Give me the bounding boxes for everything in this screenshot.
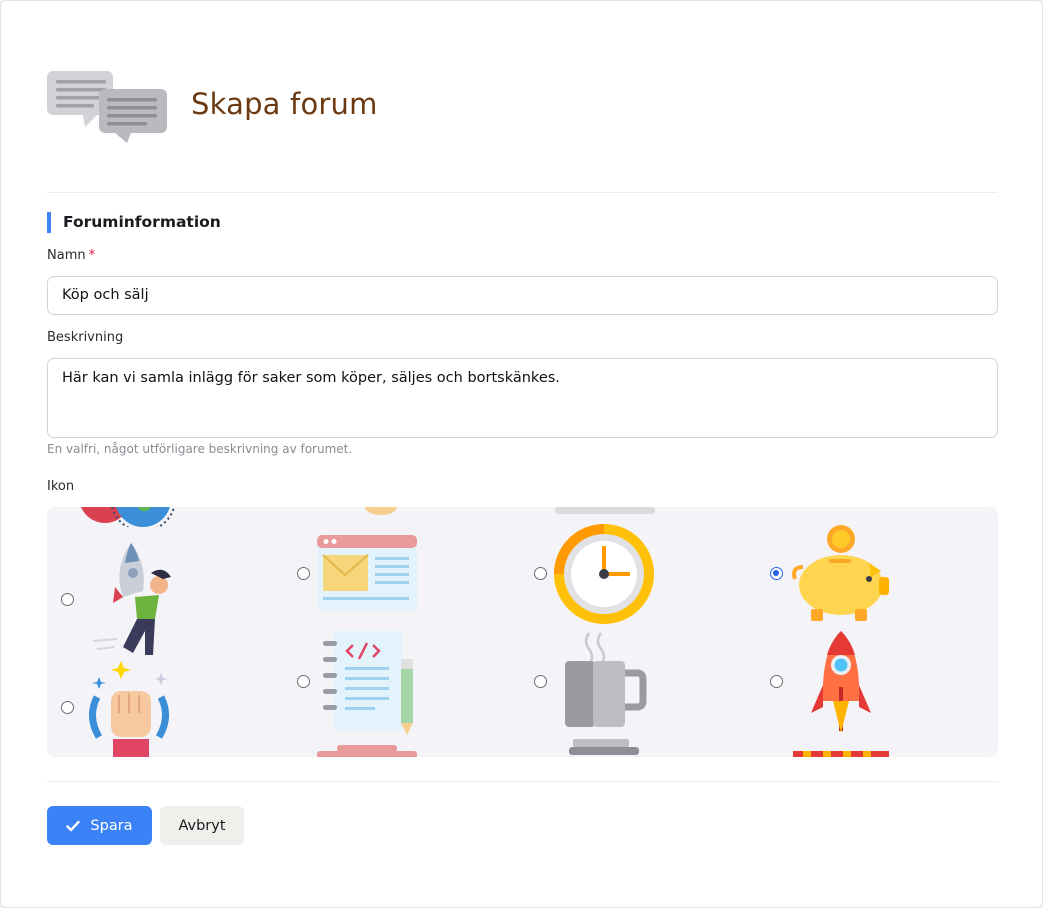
forum-chat-bubbles-icon [47,69,169,145]
icon-option-radio-6[interactable] [297,675,310,688]
icon-option-radio-2[interactable] [297,567,310,580]
save-button[interactable]: Spara [47,806,152,845]
clock-icon [554,524,654,624]
piggy-bank-icon [792,525,889,621]
save-button-label: Spara [90,817,133,834]
icon-option-radio-1[interactable] [61,593,74,606]
icon-option-radio-4[interactable] [770,567,783,580]
name-input[interactable]: Köp och sälj [47,276,998,315]
coffee-mug-icon [565,632,647,755]
icon-option-radio-8[interactable] [770,675,783,688]
icon-option-radio-5[interactable] [61,701,74,714]
rocket-person-icon [93,543,171,655]
awning-partial-icon [793,751,889,757]
browser-email-icon [317,535,417,611]
description-textarea[interactable]: Här kan vi samla inlägg för saker som kö… [47,358,998,438]
rocket-icon [811,631,871,733]
section-title: Foruminformation [47,212,221,233]
icon-label: Ikon [47,479,75,494]
description-label: Beskrivning [47,330,124,345]
name-label-text: Namn [47,248,86,263]
create-forum-card: Skapa forum Foruminformation Namn * Köp o… [0,0,1043,908]
browser-partial-icon [317,745,417,757]
cancel-button[interactable]: Avbryt [160,806,244,845]
check-icon [66,820,81,831]
icon-option-radio-7[interactable] [534,675,547,688]
code-notebook-icon [323,631,413,735]
description-hint: En valfri, något utförligare beskrivning… [47,442,353,456]
page-title: Skapa forum [191,87,378,121]
globe-partial-icon [81,507,176,527]
footer-divider [47,781,998,782]
name-label: Namn * [47,248,95,263]
required-mark: * [88,248,96,263]
coin-partial-icon [365,507,397,515]
scale-partial-icon [555,507,655,514]
icon-picker[interactable] [47,507,998,757]
raised-fist-icon [89,661,169,757]
header-divider [47,192,998,193]
icon-option-radio-3[interactable] [534,567,547,580]
